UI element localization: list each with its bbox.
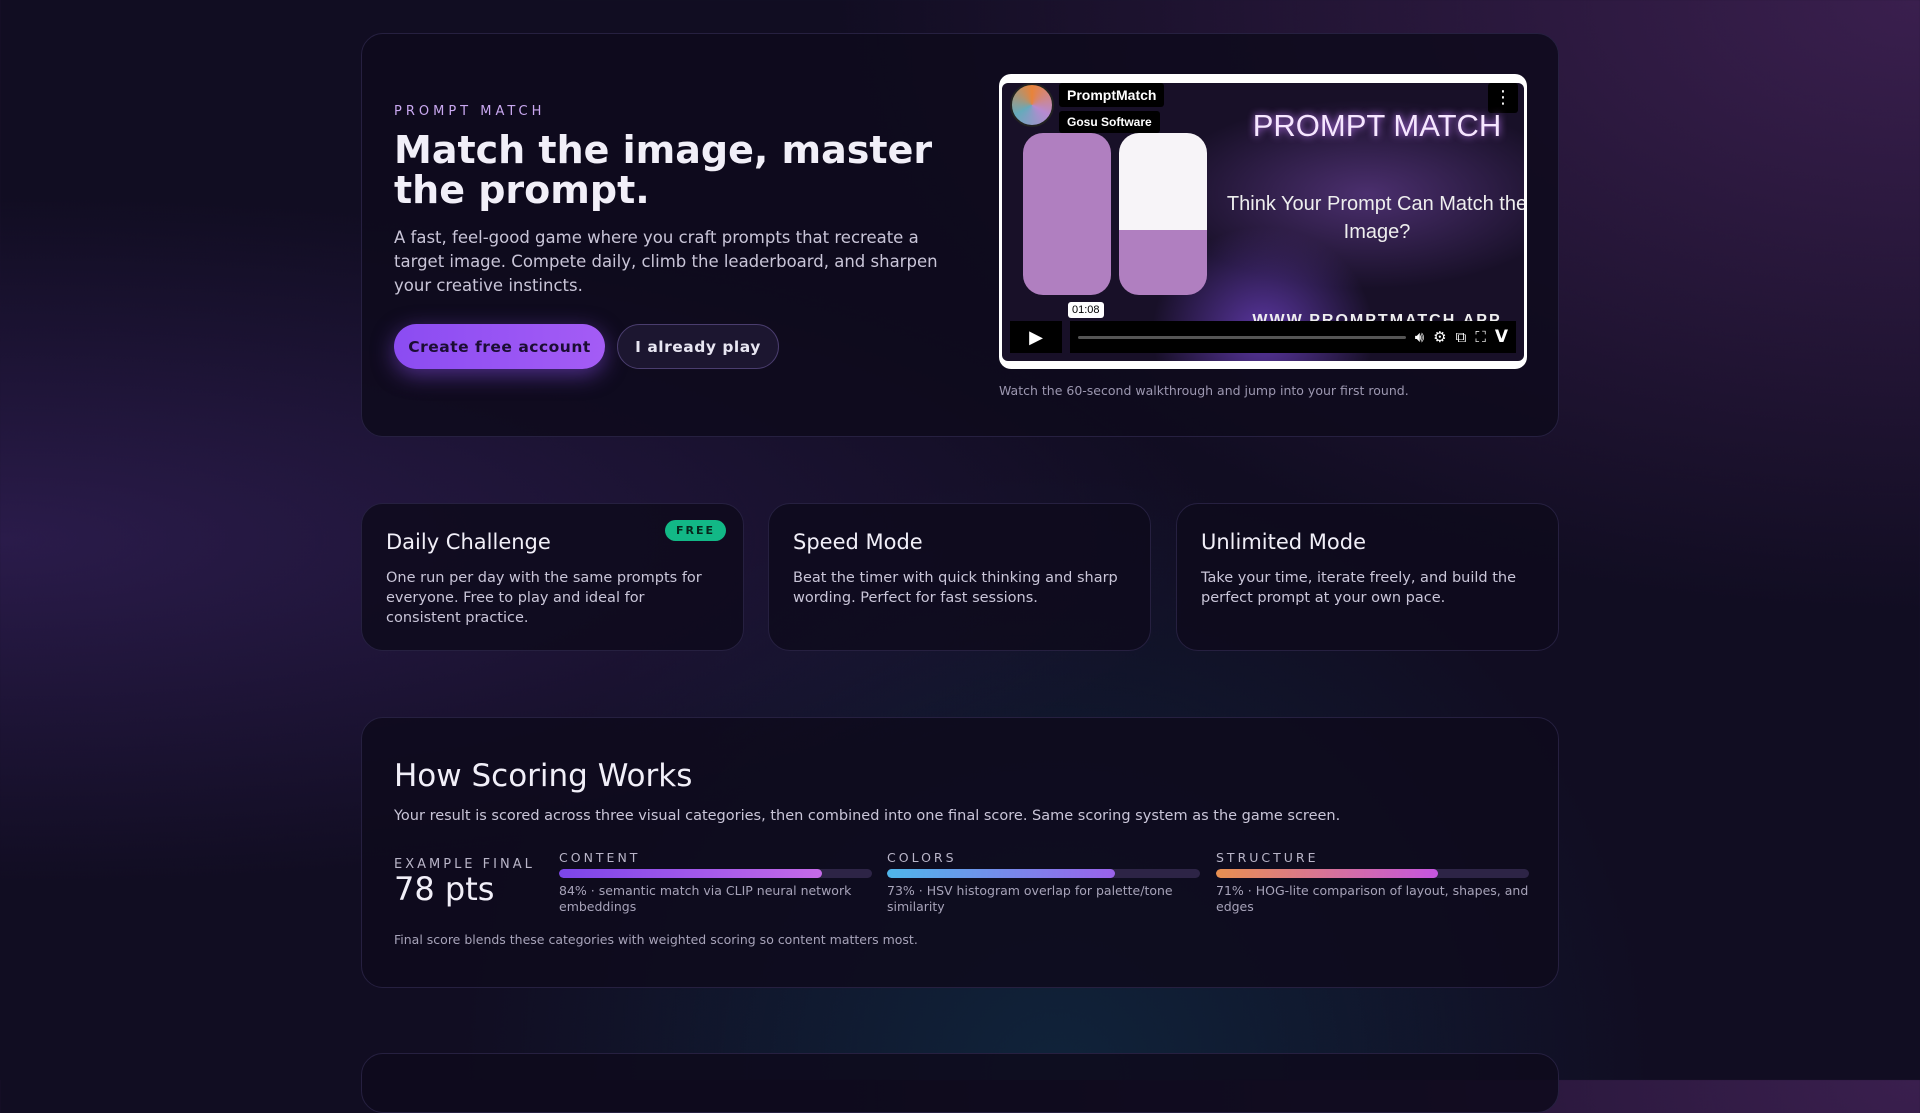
mode-title: Speed Mode [793, 530, 923, 554]
mode-text: Beat the timer with quick thinking and s… [793, 570, 1118, 606]
scoring-card: How Scoring Works Your result is scored … [361, 717, 1559, 988]
fullscreen-icon[interactable]: ⛶ [1475, 328, 1486, 346]
category-bar [887, 869, 1200, 878]
hero-lead: A fast, feel-good game where you craft p… [394, 228, 938, 295]
mode-text: One run per day with the same prompts fo… [386, 570, 702, 626]
mode-card-speed[interactable]: Speed Mode Beat the timer with quick thi… [768, 503, 1151, 651]
scoring-subtitle: Your result is scored across three visua… [394, 808, 1341, 824]
check-tile-icon [1119, 133, 1207, 295]
free-badge: FREE [664, 520, 726, 541]
settings-icon[interactable]: ⚙ [1433, 328, 1446, 346]
next-section-card [361, 1053, 1559, 1113]
video-caption: Watch the 60-second walkthrough and jump… [999, 383, 1409, 398]
category-desc: 73% · HSV histogram overlap for palette/… [887, 883, 1173, 914]
mode-card-daily[interactable]: Daily Challenge FREE One run per day wit… [361, 503, 744, 651]
category-bar-fill [559, 869, 822, 878]
volume-icon[interactable]: 🔊︎ [1415, 328, 1424, 346]
category-bar-fill [887, 869, 1116, 878]
already-play-button[interactable]: I already play [617, 324, 779, 369]
scoring-title: How Scoring Works [394, 758, 693, 794]
category-content: CONTENT 84% · semantic match via CLIP ne… [559, 850, 872, 915]
scoring-footer: Final score blends these categories with… [394, 932, 918, 947]
category-label: COLORS [887, 850, 957, 865]
image-tile-icon [1023, 133, 1111, 295]
category-bar [559, 869, 872, 878]
video-author[interactable]: Gosu Software [1059, 111, 1160, 133]
time-tooltip: 01:08 [1068, 302, 1104, 318]
vimeo-logo-icon[interactable]: V [1495, 327, 1508, 347]
example-score: 78 pts [394, 870, 495, 908]
play-icon[interactable]: ▶ [1010, 321, 1062, 353]
create-account-button[interactable]: Create free account [394, 324, 605, 369]
eyebrow: PROMPT MATCH [394, 104, 546, 119]
category-bar [1216, 869, 1529, 878]
mode-text: Take your time, iterate freely, and buil… [1201, 570, 1517, 606]
progress-bar[interactable] [1078, 335, 1406, 339]
pip-icon[interactable]: ⧉ [1456, 328, 1467, 346]
category-bar-fill [1216, 869, 1439, 878]
channel-avatar[interactable] [1010, 83, 1054, 127]
category-label: STRUCTURE [1216, 850, 1319, 865]
video-subtitle: Think Your Prompt Can Match the Image? [1226, 193, 1524, 243]
category-desc: 71% · HOG-lite comparison of layout, sha… [1216, 883, 1529, 914]
video-title: PROMPT MATCH [1252, 108, 1502, 143]
hero-card: PROMPT MATCH Match the image, master the… [361, 33, 1559, 437]
mode-title: Daily Challenge [386, 530, 551, 554]
category-desc: 84% · semantic match via CLIP neural net… [559, 883, 852, 914]
category-label: CONTENT [559, 850, 641, 865]
channel-name[interactable]: PromptMatch [1059, 83, 1165, 107]
category-colors: COLORS 73% · HSV histogram overlap for p… [887, 850, 1200, 915]
category-structure: STRUCTURE 71% · HOG-lite comparison of l… [1216, 850, 1529, 915]
mode-title: Unlimited Mode [1201, 530, 1367, 554]
video-player[interactable]: PromptMatch Gosu Software ⋮ PROMPT MATCH… [999, 74, 1527, 369]
mode-card-unlimited[interactable]: Unlimited Mode Take your time, iterate f… [1176, 503, 1559, 651]
hero-title: Match the image, master the prompt. [394, 128, 933, 212]
